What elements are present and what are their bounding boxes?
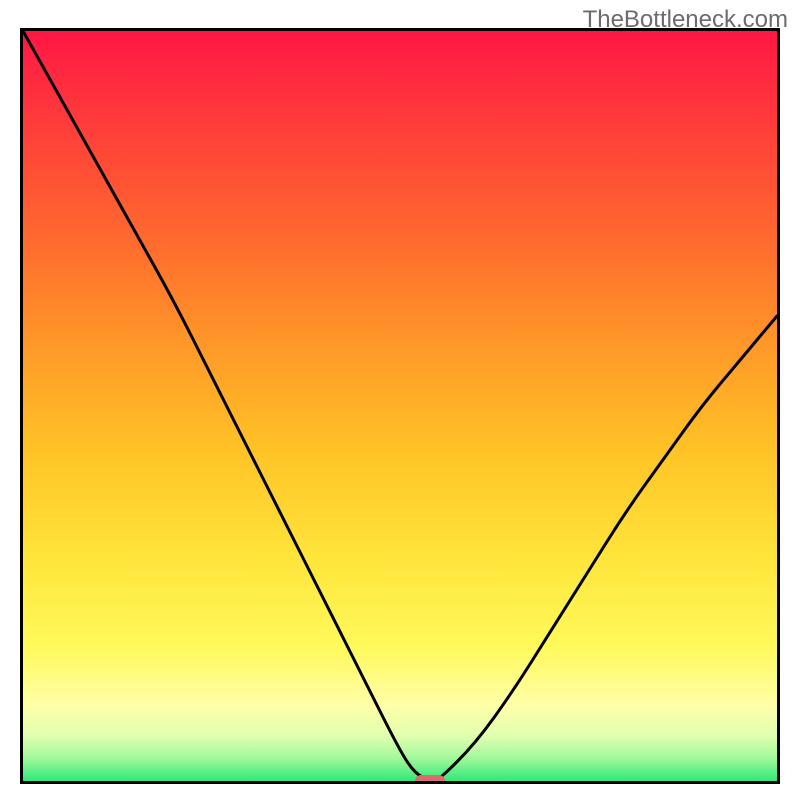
watermark-text: TheBottleneck.com (583, 6, 788, 34)
bottleneck-curve (23, 31, 777, 781)
chart-container: TheBottleneck.com (0, 0, 800, 800)
optimal-point-marker (415, 775, 445, 784)
plot-area (20, 28, 780, 784)
